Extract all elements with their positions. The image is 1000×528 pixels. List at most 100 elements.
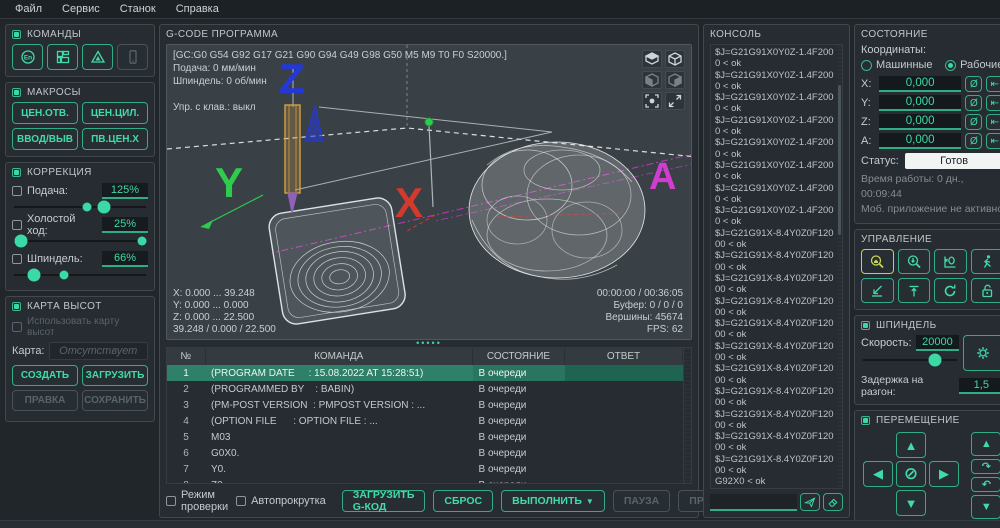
view-front-button[interactable]	[642, 71, 662, 89]
commands-checkbox[interactable]	[12, 30, 21, 39]
zero-axis-button[interactable]: Ø	[965, 133, 982, 149]
en-icon: En	[20, 49, 36, 65]
unlock-button[interactable]	[971, 278, 1000, 303]
jog-z-plus-button[interactable]: ▲	[971, 432, 1000, 456]
axis-value[interactable]: 0,000	[879, 114, 961, 130]
jog-a-cw-button[interactable]: ↷	[971, 459, 1000, 474]
heightmap-save-button[interactable]: СОХРАНИТЬ	[82, 390, 148, 411]
correction-checkbox-2[interactable]	[12, 220, 22, 230]
fit-view-button[interactable]	[642, 92, 662, 110]
macro-button-4[interactable]: ПВ.ЦЕН.X	[82, 128, 148, 150]
macro-button-1[interactable]: ЦЕН.ОТВ.	[12, 102, 78, 124]
menu-item-1[interactable]: Файл	[6, 1, 51, 17]
safe-position-button[interactable]	[861, 278, 894, 303]
correction-checkbox-3[interactable]	[12, 254, 22, 264]
run-check-button[interactable]	[971, 249, 1000, 274]
spindle-toggle-button[interactable]	[963, 335, 1000, 371]
axis-value[interactable]: 0,000	[879, 95, 961, 111]
autoscroll-checkbox[interactable]	[236, 496, 246, 506]
correction-slider-1[interactable]	[14, 200, 146, 213]
menu-item-4[interactable]: Справка	[167, 1, 228, 17]
jog-z-minus-button[interactable]: ▼	[971, 495, 1000, 519]
correction-checkbox-1[interactable]	[12, 186, 22, 196]
viewport-table-splitter[interactable]: •••••	[166, 340, 692, 347]
console-send-button[interactable]	[800, 493, 820, 511]
viewport-3d[interactable]: Z Y X A [GC:G0 G54 G92 G17 G21 G90 G94 G…	[166, 44, 692, 340]
gcode-table[interactable]: №КОМАНДАСОСТОЯНИЕОТВЕТ 1(PROGRAM DATE : …	[166, 347, 692, 484]
jog-checkbox[interactable]	[861, 416, 870, 425]
heightmap-load-button[interactable]: ЗАГРУЗИТЬ	[82, 365, 148, 386]
zero-xy-button[interactable]	[934, 249, 967, 274]
check-mode-checkbox[interactable]	[166, 496, 176, 506]
correction-slider-2[interactable]	[14, 234, 146, 247]
tool-change-button[interactable]	[898, 278, 931, 303]
restore-axis-button[interactable]: ⇤	[986, 76, 1000, 92]
restore-axis-button[interactable]: ⇤	[986, 133, 1000, 149]
jog-a-ccw-button[interactable]: ↶	[971, 477, 1000, 492]
jog-y-minus-button[interactable]: ▼	[896, 490, 926, 516]
macro-button-2[interactable]: ЦЕН.ЦИЛ.	[82, 102, 148, 124]
phone-command-button[interactable]	[117, 44, 148, 70]
prism-command-button[interactable]	[82, 44, 113, 70]
restore-axis-button[interactable]: ⇤	[986, 114, 1000, 130]
console-input[interactable]	[710, 494, 797, 511]
axis-row-a: A:0,000Ø⇤	[861, 133, 1000, 149]
pause-button[interactable]: ПАУЗА	[613, 490, 670, 512]
console-log[interactable]: $J=G21G91X0Y0Z-1.4F200 0 < ok $J=G21G91X…	[710, 44, 843, 489]
correction-value-3[interactable]: 66%	[102, 251, 148, 267]
reset-button[interactable]: СБРОС	[433, 490, 493, 512]
jog-x-plus-button[interactable]: ▶	[929, 461, 959, 487]
jog-x-minus-button[interactable]: ◀	[863, 461, 893, 487]
workpiece-plate	[267, 196, 407, 326]
console-scrollbar[interactable]	[837, 45, 842, 488]
table-row[interactable]: 8Z0.В очереди	[167, 477, 683, 484]
zero-axis-button[interactable]: Ø	[965, 95, 982, 111]
table-row[interactable]: 3(PM-POST VERSION : PMPOST VERSION : ...…	[167, 397, 683, 413]
zero-axis-button[interactable]: Ø	[965, 76, 982, 92]
view-side-button[interactable]	[665, 71, 685, 89]
spindle-delay-value[interactable]: 1,5	[959, 378, 1000, 394]
zero-axis-button[interactable]: Ø	[965, 114, 982, 130]
jog-stop-button[interactable]: ⊘	[896, 461, 926, 487]
home-search-button[interactable]	[861, 249, 894, 274]
macro-button-3[interactable]: ВВОД/ВЫВ	[12, 128, 78, 150]
console-clear-button[interactable]	[823, 493, 843, 511]
heightmap-create-button[interactable]: СОЗДАТЬ	[12, 365, 78, 386]
correction-value-2[interactable]: 25%	[102, 217, 148, 233]
table-row[interactable]: 4(OPTION FILE : OPTION FILE : ...В очере…	[167, 413, 683, 429]
machine-coords-radio[interactable]	[861, 60, 872, 71]
correction-value-1[interactable]: 125%	[102, 183, 148, 199]
axis-value[interactable]: 0,000	[879, 76, 961, 92]
work-coords-radio[interactable]	[945, 60, 956, 71]
send-button[interactable]: ВЫПОЛНИТЬ▼	[501, 490, 605, 512]
open-gcode-button[interactable]: ЗАГРУЗИТЬ G-КОД	[342, 490, 426, 512]
heightmap-checkbox[interactable]	[12, 302, 21, 311]
macros-checkbox[interactable]	[12, 88, 21, 97]
panels-command-button[interactable]	[47, 44, 78, 70]
correction-slider-3[interactable]	[14, 268, 146, 281]
view-top-button[interactable]	[642, 50, 662, 68]
spindle-checkbox[interactable]	[861, 321, 870, 330]
view-iso-button[interactable]	[665, 50, 685, 68]
menu-item-3[interactable]: Станок	[111, 1, 165, 17]
en-command-button[interactable]: En	[12, 44, 43, 70]
heightmap-edit-button[interactable]: ПРАВКА	[12, 390, 78, 411]
table-row[interactable]: 1(PROGRAM DATE : 15.08.2022 AT 15:28:51)…	[167, 365, 683, 381]
table-scrollbar[interactable]	[683, 348, 691, 483]
axis-value[interactable]: 0,000	[879, 133, 961, 149]
unlock-icon	[979, 283, 995, 299]
restore-axis-button[interactable]: ⇤	[986, 95, 1000, 111]
reset-controller-button[interactable]	[934, 278, 967, 303]
probe-z-button[interactable]	[898, 249, 931, 274]
use-heightmap-checkbox[interactable]	[12, 322, 22, 332]
table-row[interactable]: 6G0X0.В очереди	[167, 445, 683, 461]
table-row[interactable]: 7Y0.В очереди	[167, 461, 683, 477]
table-row[interactable]: 2(PROGRAMMED BY : BABIN)В очереди	[167, 381, 683, 397]
correction-checkbox[interactable]	[12, 168, 21, 177]
jog-y-plus-button[interactable]: ▲	[896, 432, 926, 458]
menu-item-2[interactable]: Сервис	[53, 1, 109, 17]
spindle-speed-value[interactable]: 20000	[916, 335, 960, 351]
fullscreen-button[interactable]	[665, 92, 685, 110]
table-row[interactable]: 5M03В очереди	[167, 429, 683, 445]
spindle-speed-slider[interactable]	[863, 353, 957, 366]
